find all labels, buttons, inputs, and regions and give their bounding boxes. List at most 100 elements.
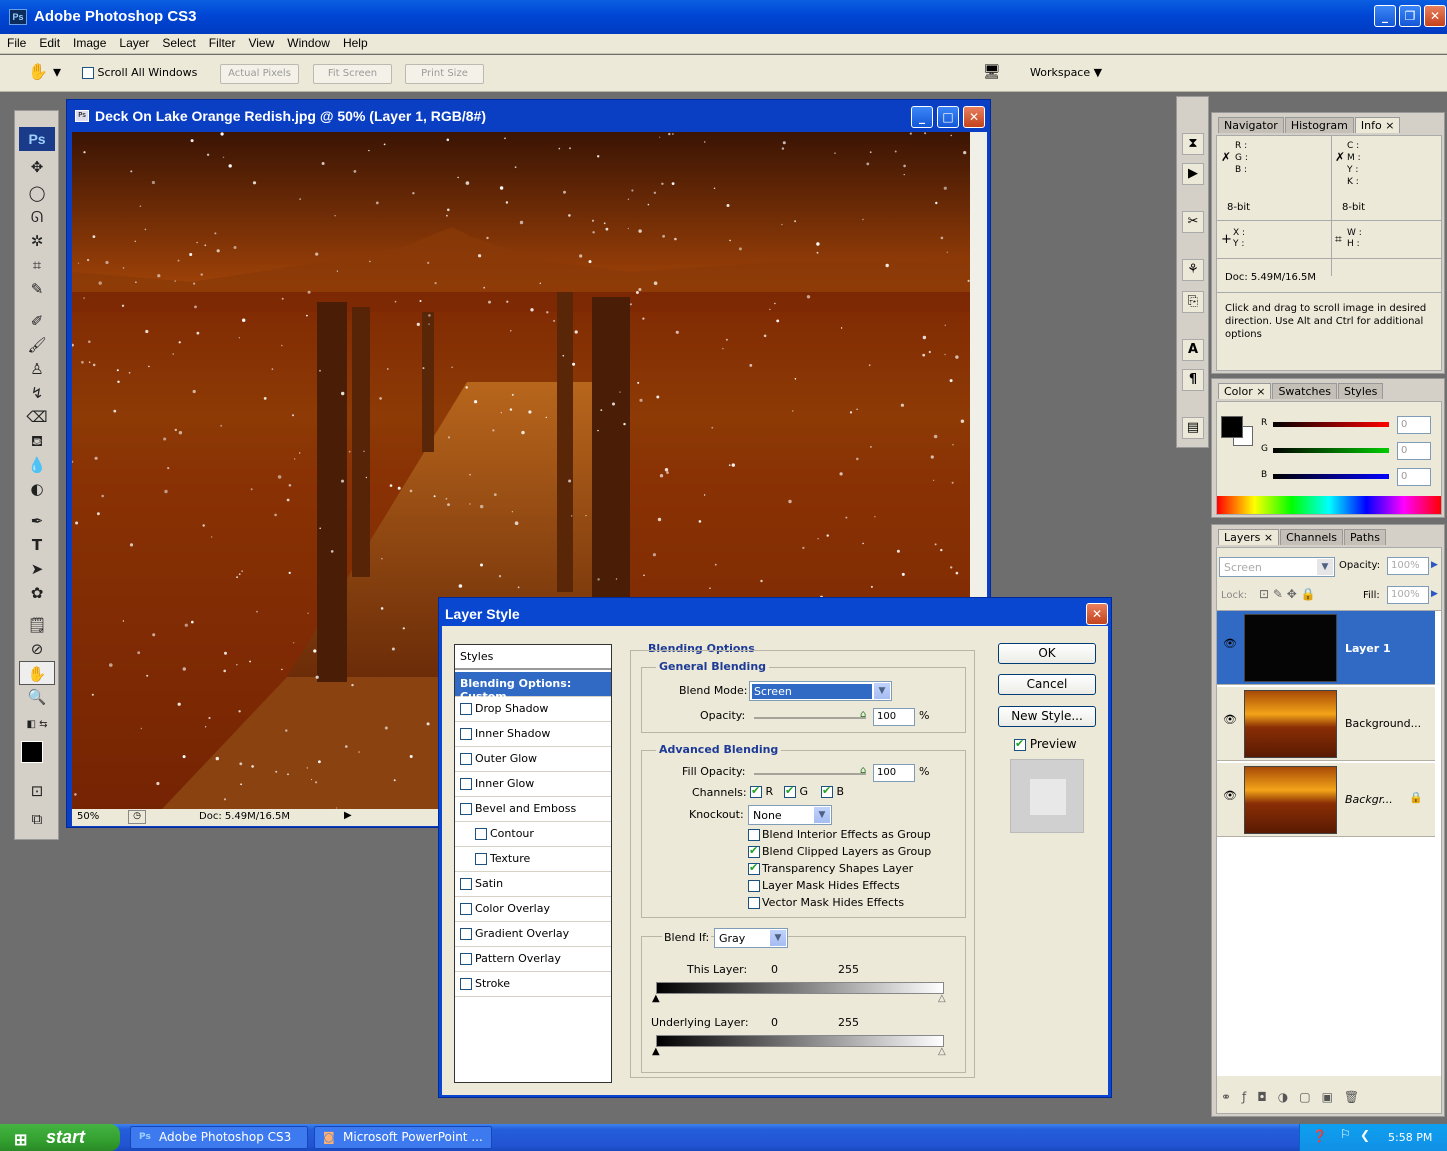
blur-tool-icon[interactable]: 💧 <box>19 453 55 477</box>
layer-footer-icons[interactable]: ⚭ƒ◘◑▢▣🗑 <box>1221 1090 1370 1104</box>
print-size-button[interactable]: Print Size <box>405 64 484 84</box>
channel-r[interactable]: R <box>750 784 773 798</box>
paint-bucket-icon[interactable]: ⛾ <box>19 429 55 453</box>
clone-source-icon[interactable]: ⎘ <box>1182 291 1204 313</box>
channel-g-checkbox[interactable] <box>784 784 796 798</box>
actions-panel-icon[interactable]: ▶ <box>1182 163 1204 185</box>
preview-checkbox[interactable] <box>1014 737 1026 751</box>
fill-opacity-field[interactable]: 100 <box>873 764 915 782</box>
blend-if-select[interactable]: Gray ▼ <box>714 928 788 948</box>
adv-option-checkbox[interactable] <box>748 897 760 909</box>
tab-channels[interactable]: Channels <box>1280 529 1344 545</box>
style-checkbox[interactable] <box>475 828 487 840</box>
menu-layer[interactable]: Layer <box>112 34 155 50</box>
layer-row-layer1[interactable]: 👁 Layer 1 <box>1217 611 1435 685</box>
g-slider[interactable] <box>1273 448 1389 453</box>
healing-brush-icon[interactable]: ✐ <box>19 309 55 333</box>
type-tool-icon[interactable]: T <box>19 533 55 557</box>
visibility-eye-icon[interactable]: 👁 <box>1223 713 1237 726</box>
menu-file[interactable]: File <box>0 34 32 50</box>
history-brush-icon[interactable]: ↯ <box>19 381 55 405</box>
tab-paths[interactable]: Paths <box>1344 529 1386 545</box>
help-tray-icon[interactable]: ❓ <box>1312 1129 1327 1143</box>
style-item-satin[interactable]: Satin <box>455 872 611 897</box>
adv-option-checkbox[interactable] <box>748 880 760 892</box>
menu-view[interactable]: View <box>241 34 280 50</box>
preview-toggle[interactable]: Preview <box>1014 737 1077 751</box>
hand-tool-icon[interactable]: ✋ <box>19 661 55 685</box>
slice-tool-icon[interactable]: ✎ <box>19 277 55 301</box>
doc-minimize-button[interactable]: _ <box>911 106 933 128</box>
channel-b-checkbox[interactable] <box>821 784 833 798</box>
style-checkbox[interactable] <box>460 953 472 965</box>
menu-edit[interactable]: Edit <box>32 34 66 50</box>
marquee-tool-icon[interactable]: ◯ <box>19 181 55 205</box>
actual-pixels-button[interactable]: Actual Pixels <box>220 64 299 84</box>
zoom-level[interactable]: 50% <box>77 811 99 822</box>
adv-option-checkbox[interactable] <box>748 844 760 858</box>
quick-mask-icon[interactable]: ⊡ <box>19 779 55 803</box>
pen-tool-icon[interactable]: ✒ <box>19 509 55 533</box>
menu-image[interactable]: Image <box>66 34 112 50</box>
styles-header[interactable]: Styles <box>455 645 611 670</box>
style-item-inner-glow[interactable]: Inner Glow <box>455 772 611 797</box>
network-tray-icon[interactable]: ⚐ <box>1340 1127 1351 1141</box>
hand-tool-preset-icon[interactable]: ✋ ▾ <box>28 62 72 86</box>
style-item-contour[interactable]: Contour <box>455 822 611 847</box>
layer-fill-field[interactable]: 100% <box>1387 586 1429 604</box>
close-button[interactable]: ✕ <box>1424 5 1446 27</box>
layer-name[interactable]: Backgr... <box>1345 793 1393 806</box>
menu-select[interactable]: Select <box>155 34 201 50</box>
color-fg-swatch[interactable] <box>1221 416 1243 438</box>
doc-close-button[interactable]: ✕ <box>963 106 985 128</box>
b-value[interactable]: 0 <box>1397 468 1431 486</box>
move-tool-icon[interactable]: ✥ <box>19 155 55 179</box>
status-info-icon[interactable]: ◷ <box>128 810 146 824</box>
scroll-all-checkbox[interactable] <box>82 67 94 79</box>
task-photoshop[interactable]: Ps Adobe Photoshop CS3 <box>130 1126 308 1149</box>
blend-mode-select[interactable]: Screen ▼ <box>749 681 892 701</box>
b-slider[interactable] <box>1273 474 1389 479</box>
layer-name[interactable]: Background... <box>1345 717 1421 730</box>
doc-maximize-button[interactable]: □ <box>937 106 959 128</box>
style-item-gradient-overlay[interactable]: Gradient Overlay <box>455 922 611 947</box>
layer-blend-mode-select[interactable]: Screen ▼ <box>1219 557 1335 577</box>
clone-stamp-icon[interactable]: ♙ <box>19 357 55 381</box>
lock-options-icon[interactable]: ⊡ ✎ ✥ 🔒 <box>1259 587 1316 601</box>
r-value[interactable]: 0 <box>1397 416 1431 434</box>
adv-option-2[interactable]: Blend Clipped Layers as Group <box>748 844 931 858</box>
knockout-select[interactable]: None ▼ <box>748 805 832 825</box>
eraser-tool-icon[interactable]: ⌫ <box>19 405 55 429</box>
character-panel-icon[interactable]: A <box>1182 339 1204 361</box>
tool-presets-icon[interactable]: ✂ <box>1182 211 1204 233</box>
tab-styles[interactable]: Styles <box>1338 383 1384 399</box>
style-checkbox[interactable] <box>475 853 487 865</box>
adv-option-checkbox[interactable] <box>748 829 760 841</box>
screen-mode-icon[interactable]: ⧉ <box>19 807 55 831</box>
underlying-black-knob-icon[interactable]: ▲ <box>652 1046 660 1057</box>
new-style-button[interactable]: New Style... <box>998 706 1096 727</box>
r-slider[interactable] <box>1273 422 1389 427</box>
minimize-button[interactable]: _ <box>1374 5 1396 27</box>
restore-button[interactable]: ❐ <box>1399 5 1421 27</box>
history-panel-icon[interactable]: ⧗ <box>1182 133 1204 155</box>
layer-row-background[interactable]: 👁 Backgr... 🔒 <box>1217 763 1435 837</box>
color-spectrum-bar[interactable] <box>1217 496 1441 514</box>
style-checkbox[interactable] <box>460 903 472 915</box>
style-item-stroke[interactable]: Stroke <box>455 972 611 997</box>
tab-color[interactable]: Color × <box>1218 383 1272 399</box>
status-menu-arrow-icon[interactable]: ▶ <box>344 810 352 821</box>
eyedropper-icon[interactable]: ⊘ <box>19 637 55 661</box>
dialog-close-button[interactable]: ✕ <box>1086 603 1108 625</box>
style-checkbox[interactable] <box>460 753 472 765</box>
task-powerpoint[interactable]: ◙ Microsoft PowerPoint ... <box>314 1126 492 1149</box>
path-selection-icon[interactable]: ➤ <box>19 557 55 581</box>
workspace-menu[interactable]: Workspace ▼ <box>1030 66 1102 79</box>
style-blending-options[interactable]: Blending Options: Custom <box>455 672 611 703</box>
menu-help[interactable]: Help <box>336 34 374 50</box>
adv-option-checkbox[interactable] <box>748 861 760 875</box>
style-item-outer-glow[interactable]: Outer Glow <box>455 747 611 772</box>
ps-logo-icon[interactable]: Ps <box>19 127 55 151</box>
start-button[interactable]: ⊞ start <box>0 1124 120 1151</box>
lasso-tool-icon[interactable]: ᘏ <box>19 205 55 229</box>
